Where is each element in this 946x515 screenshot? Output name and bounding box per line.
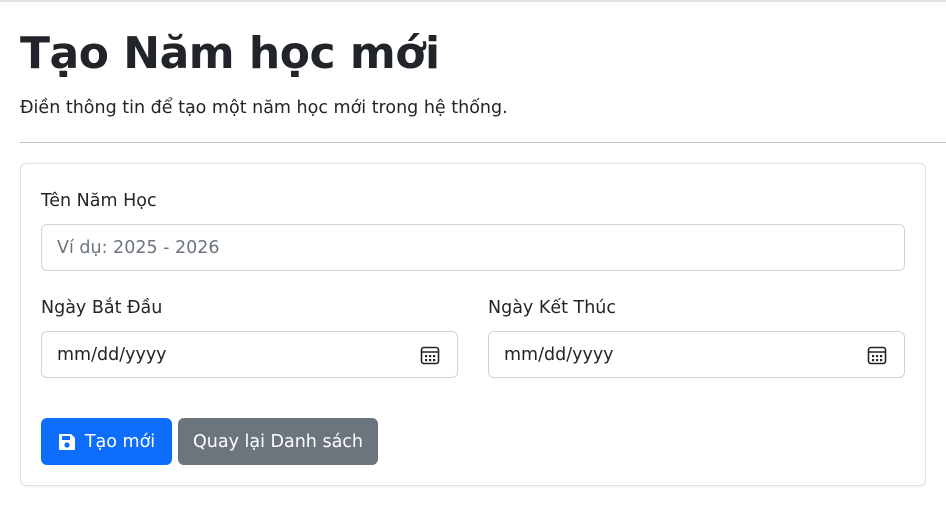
page-title: Tạo Năm học mới xyxy=(20,28,440,79)
create-button-label: Tạo mới xyxy=(84,431,156,452)
end-date-label: Ngày Kết Thúc xyxy=(488,298,617,318)
school-year-name-input[interactable] xyxy=(41,224,905,271)
school-year-name-label: Tên Năm Học xyxy=(41,191,157,211)
end-date-value: mm/dd/yyyy xyxy=(504,345,614,365)
back-to-list-label: Quay lại Danh sách xyxy=(192,431,364,452)
top-divider xyxy=(0,0,946,2)
start-date-label: Ngày Bắt Đầu xyxy=(41,298,163,318)
start-date-value: mm/dd/yyyy xyxy=(57,345,167,365)
calendar-icon[interactable] xyxy=(867,345,887,365)
calendar-icon[interactable] xyxy=(420,345,440,365)
back-to-list-button[interactable]: Quay lại Danh sách xyxy=(178,418,378,465)
start-date-input[interactable]: mm/dd/yyyy xyxy=(41,331,458,378)
end-date-input[interactable]: mm/dd/yyyy xyxy=(488,331,905,378)
page-subtitle: Điền thông tin để tạo một năm học mới tr… xyxy=(20,98,508,118)
header-divider xyxy=(20,142,946,143)
form-card: Tên Năm Học Ngày Bắt Đầu mm/dd/yyyy Ngày… xyxy=(20,163,926,486)
create-button[interactable]: Tạo mới xyxy=(41,418,172,465)
save-icon xyxy=(58,433,75,450)
